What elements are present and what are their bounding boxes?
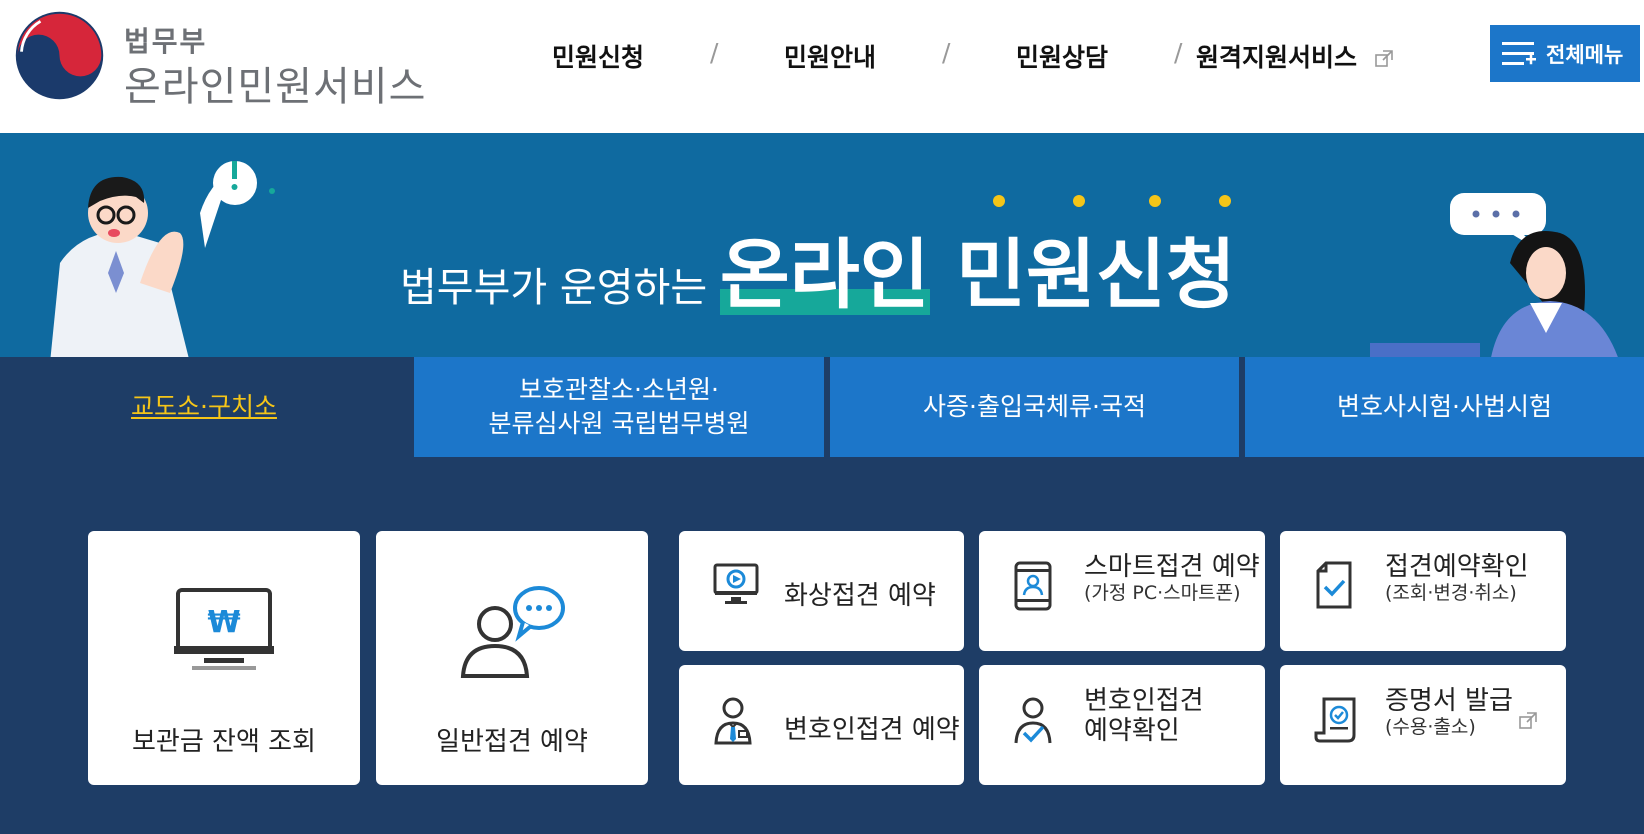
nav-separator: / — [942, 38, 951, 67]
main-nav: 민원신청 / 민원안내 / 민원상담 / 원격지원서비스 — [520, 38, 1420, 82]
banner-highlight: 온라인 — [719, 213, 930, 323]
logo-title: 온라인민원서비스 — [124, 64, 427, 110]
balance-inquiry-card[interactable]: ₩ 보관금 잔액 조회 — [88, 531, 360, 785]
general-visit-label: 일반접견 예약 — [436, 727, 588, 757]
tab-immigration-label: 사증·출입국체류·국적 — [923, 392, 1146, 422]
tab-probation-label: 보호관찰소·소년원· 분류심사원 국립법무병원 — [488, 375, 750, 438]
hero-banner: 법무부가 운영하는 온라인 민원신청 — [0, 133, 1644, 357]
nav-separator: / — [710, 38, 719, 67]
tab-prison-label: 교도소·구치소 — [131, 392, 277, 422]
monitor-won-icon: ₩ — [174, 588, 274, 670]
tab-immigration[interactable]: 사증·출입국체류·국적 — [830, 357, 1239, 457]
certificate-card[interactable]: 증명서 발급 (수용·출소) — [1280, 665, 1566, 785]
smart-visit-label: 스마트접견 예약 (가정 PC·스마트폰) — [1084, 552, 1260, 604]
tab-bar-exam[interactable]: 변호사시험·사법시험 — [1245, 357, 1644, 457]
site-header: 법무부 온라인민원서비스 민원신청 / 민원안내 / 민원상담 / 원격지원서비… — [0, 0, 1644, 133]
lawyer-visit-label: 변호인접견 예약 — [784, 715, 960, 745]
lawyer-icon — [714, 697, 752, 745]
visit-confirm-label: 접견예약확인 (조회·변경·취소) — [1385, 552, 1529, 604]
person-check-icon — [1014, 697, 1052, 744]
woman-laptop-illustration — [1370, 193, 1618, 357]
smartphone-person-icon — [1014, 561, 1052, 611]
banner-rest: 민원신청 — [929, 230, 1236, 319]
video-monitor-icon — [713, 563, 759, 604]
tab-prison[interactable]: 교도소·구치소 — [0, 357, 408, 457]
taegeuk-logo-icon — [15, 11, 104, 100]
svg-text:₩: ₩ — [207, 605, 240, 640]
tab-probation[interactable]: 보호관찰소·소년원· 분류심사원 국립법무병원 — [414, 357, 824, 457]
external-link-icon — [1519, 712, 1537, 729]
man-clapping-illustration — [50, 161, 275, 357]
hamburger-plus-icon — [1502, 41, 1536, 65]
all-menu-button[interactable]: 전체메뉴 — [1490, 25, 1640, 82]
document-check-icon — [1316, 561, 1352, 609]
visit-confirm-card[interactable]: 접견예약확인 (조회·변경·취소) — [1280, 531, 1566, 651]
nav-item-remote-support-label: 원격지원서비스 — [1196, 43, 1358, 72]
scroll-certificate-icon — [1314, 697, 1356, 743]
person-chat-icon — [460, 586, 565, 678]
site-logo[interactable]: 법무부 온라인민원서비스 — [12, 8, 452, 110]
banner-headline: 법무부가 운영하는 온라인 민원신청 — [400, 213, 1236, 323]
balance-inquiry-label: 보관금 잔액 조회 — [132, 727, 316, 757]
nav-item-guide[interactable]: 민원안내 — [784, 38, 876, 74]
external-link-icon — [1374, 50, 1393, 67]
decorative-dots — [993, 195, 1233, 207]
lawyer-visit-card[interactable]: 변호인접견 예약 — [679, 665, 964, 785]
nav-item-remote-support[interactable]: 원격지원서비스 — [1196, 38, 1394, 74]
video-visit-label: 화상접견 예약 — [784, 581, 936, 611]
lawyer-confirm-label: 변호인접견 예약확인 — [1084, 686, 1204, 746]
tab-bar-exam-label: 변호사시험·사법시험 — [1337, 392, 1552, 422]
service-grid: ₩ 보관금 잔액 조회 일반접견 예약 화상접견 예약 스마트접견 예약 (가정… — [0, 457, 1644, 834]
nav-item-apply[interactable]: 민원신청 — [552, 38, 644, 74]
lawyer-confirm-card[interactable]: 변호인접견 예약확인 — [979, 665, 1265, 785]
smart-visit-card[interactable]: 스마트접견 예약 (가정 PC·스마트폰) — [979, 531, 1265, 651]
category-tabs: 교도소·구치소 보호관찰소·소년원· 분류심사원 국립법무병원 사증·출입국체류·… — [0, 357, 1644, 457]
nav-item-consult[interactable]: 민원상담 — [1016, 38, 1108, 74]
banner-lead: 법무부가 운영하는 — [400, 265, 720, 311]
video-visit-card[interactable]: 화상접견 예약 — [679, 531, 964, 651]
certificate-label: 증명서 발급 (수용·출소) — [1385, 686, 1513, 738]
all-menu-label: 전체메뉴 — [1546, 42, 1624, 67]
nav-separator: / — [1174, 38, 1183, 67]
general-visit-card[interactable]: 일반접견 예약 — [376, 531, 648, 785]
